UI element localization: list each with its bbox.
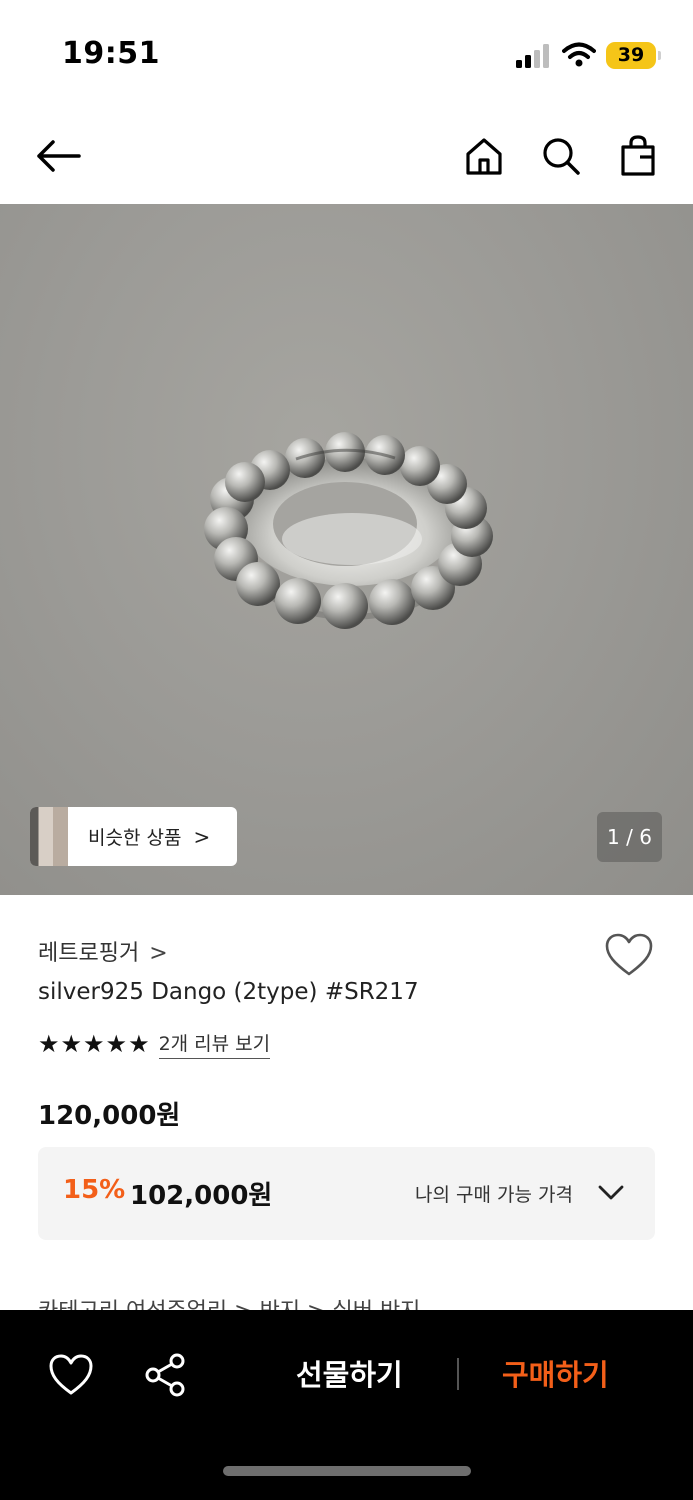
top-nav-bar — [0, 110, 693, 204]
heart-icon[interactable] — [46, 1350, 96, 1400]
product-photo-ring — [204, 432, 493, 629]
brand-name: 레트로핑거 — [38, 941, 140, 966]
similar-products-label: 비슷한 상품 — [88, 827, 182, 849]
similar-product-thumbnail — [30, 807, 68, 866]
cart-button[interactable] — [610, 128, 666, 184]
my-price-label: 나의 구매 가능 가격 — [415, 1184, 573, 1206]
arrow-left-icon — [37, 140, 81, 172]
discount-rate: 15% — [63, 1175, 126, 1205]
similar-products-button[interactable]: 비슷한 상품 > — [30, 807, 237, 866]
status-time: 19:51 — [62, 36, 160, 71]
chevron-right-icon: > — [149, 941, 168, 966]
home-icon — [466, 138, 502, 175]
back-button[interactable] — [30, 128, 86, 184]
home-indicator[interactable] — [223, 1466, 471, 1476]
buy-button[interactable]: 구매하기 — [502, 1352, 609, 1394]
wishlist-heart-icon[interactable] — [604, 933, 654, 977]
image-page-indicator: 1 / 6 — [597, 812, 662, 862]
shopping-bag-icon — [621, 135, 655, 176]
share-icon[interactable] — [140, 1350, 190, 1400]
divider — [457, 1358, 459, 1390]
cellular-signal-icon — [516, 44, 549, 68]
status-bar: 19:51 39 — [0, 0, 693, 110]
chevron-right-icon: > — [193, 824, 211, 849]
sale-price: 102,000원 — [130, 1181, 273, 1211]
product-info-section: 레트로핑거 > silver925 Dango (2type) #SR217 ★★… — [0, 895, 693, 1324]
price-box[interactable]: 15% 102,000원 나의 구매 가능 가격 — [38, 1147, 655, 1240]
brand-link[interactable]: 레트로핑거 > — [38, 935, 168, 967]
review-link[interactable]: 2개 리뷰 보기 — [158, 1029, 271, 1059]
star-rating: ★★★★★ — [38, 1030, 151, 1058]
chevron-down-icon — [598, 1185, 624, 1200]
product-title: silver925 Dango (2type) #SR217 — [38, 979, 419, 1005]
home-button[interactable] — [456, 128, 512, 184]
original-price: 120,000원 — [38, 1101, 181, 1131]
gift-button[interactable]: 선물하기 — [296, 1352, 403, 1394]
wifi-icon — [562, 42, 596, 67]
product-image-gallery[interactable]: 비슷한 상품 > 1 / 6 — [0, 204, 693, 895]
search-button[interactable] — [533, 128, 589, 184]
rating-row: ★★★★★ 2개 리뷰 보기 — [38, 1029, 271, 1059]
battery-indicator: 39 — [606, 42, 661, 69]
search-icon — [543, 138, 580, 175]
